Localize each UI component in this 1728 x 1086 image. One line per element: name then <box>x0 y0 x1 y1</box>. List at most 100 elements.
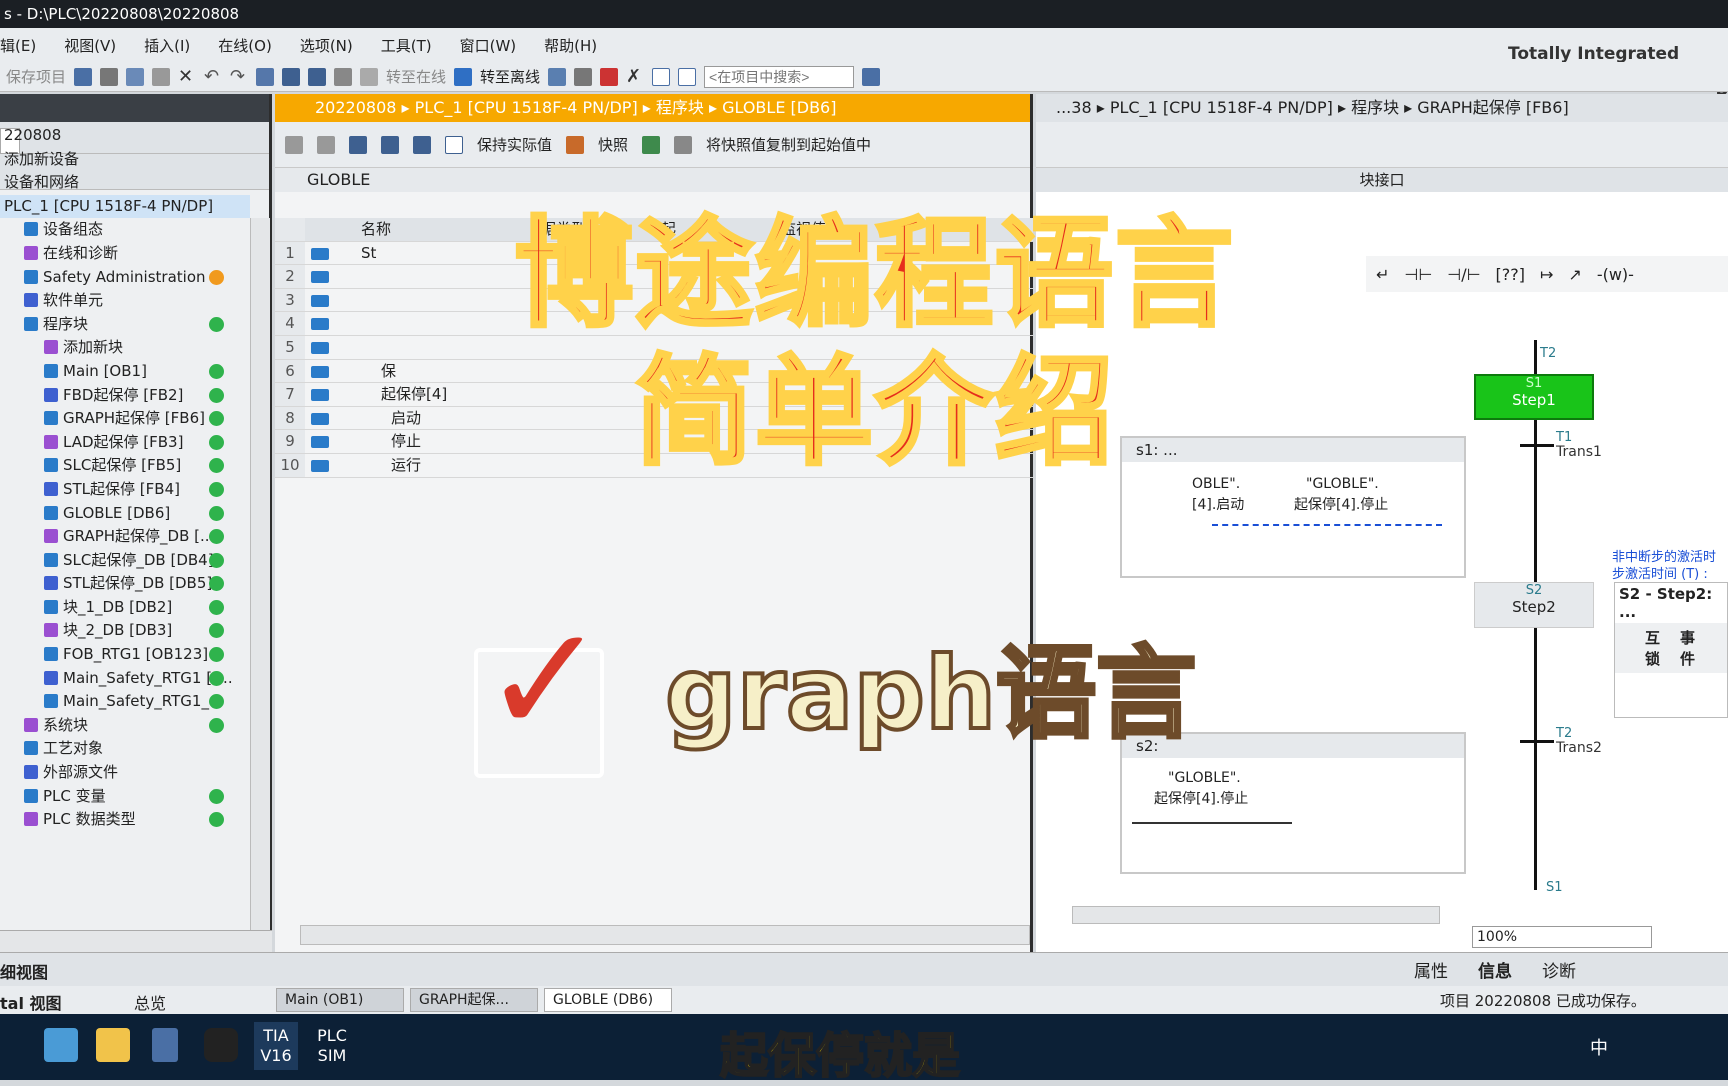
undo-icon[interactable]: ↶ <box>204 67 222 86</box>
copy-snapshot-button[interactable]: 将快照值复制到起始值中 <box>706 134 871 155</box>
no-contact-icon[interactable]: ⊣⊢ <box>1404 265 1432 284</box>
tab-info[interactable]: 信息 <box>1478 957 1512 982</box>
ime-indicator[interactable]: 中 <box>1590 1034 1608 1060</box>
tree-item[interactable]: GLOBLE [DB6] <box>0 502 250 526</box>
stop-cpu-icon[interactable] <box>600 67 619 86</box>
go-offline-button[interactable]: 转至离线 <box>480 66 540 87</box>
snapshot-apply-icon[interactable] <box>642 135 661 154</box>
tree-hscrollbar[interactable] <box>0 930 272 952</box>
nc-contact-icon[interactable]: ⊣/⊢ <box>1447 265 1480 284</box>
accessible-devices-icon[interactable] <box>548 67 567 86</box>
tree-item[interactable]: STL起保停_DB [DB5] <box>0 572 250 596</box>
tree-item[interactable]: FBD起保停 [FB2] <box>0 384 250 408</box>
box-icon[interactable]: [??] <box>1496 265 1525 284</box>
print-icon[interactable] <box>74 67 93 86</box>
overview-button[interactable]: 总览 <box>134 990 166 1014</box>
menu-item-6[interactable]: 窗口(W) <box>446 35 531 56</box>
tree-item[interactable]: Main [OB1] <box>0 360 250 384</box>
tree-item[interactable]: 块_1_DB [DB2] <box>0 596 250 620</box>
coil-icon[interactable]: -(w)- <box>1597 265 1634 284</box>
collapse-icon[interactable] <box>381 135 399 154</box>
open-editor-tab[interactable]: Main (OB1) <box>276 988 404 1012</box>
go-offline-icon[interactable] <box>454 67 473 86</box>
menu-item-3[interactable]: 在线(O) <box>204 35 286 56</box>
go-online-icon[interactable] <box>360 67 379 86</box>
tree-item[interactable]: FOB_RTG1 [OB123] <box>0 643 250 667</box>
zoom-select[interactable]: 100% <box>1472 926 1652 948</box>
open-editor-tab[interactable]: GRAPH起保... <box>410 988 538 1012</box>
simulation-icon[interactable] <box>334 67 353 86</box>
menu-item-2[interactable]: 插入(I) <box>130 35 204 56</box>
menu-item-1[interactable]: 视图(V) <box>50 35 130 56</box>
tree-item[interactable]: GRAPH起保停_DB [... <box>0 525 250 549</box>
calculator-icon[interactable] <box>152 1028 178 1062</box>
tree-item[interactable]: SLC起保停_DB [DB4] <box>0 549 250 573</box>
close-icon[interactable]: ✗ <box>626 67 644 86</box>
step-s2[interactable]: S2 Step2 <box>1474 582 1594 628</box>
portal-view-button[interactable]: tal 视图 <box>0 990 62 1014</box>
folder-icon[interactable] <box>96 1028 130 1062</box>
tia-portal-icon[interactable]: TIA V16 <box>254 1022 298 1070</box>
tree-item[interactable]: 外部源文件 <box>0 761 250 785</box>
tree-item[interactable]: 设备组态 <box>0 218 250 242</box>
tree-item[interactable]: 系统块 <box>0 714 250 738</box>
project-search-input[interactable] <box>704 65 855 88</box>
tree-item[interactable]: PLC 数据类型 <box>0 808 250 832</box>
tree-scrollbar[interactable] <box>250 218 270 930</box>
open-branch-icon[interactable]: ↦ <box>1540 265 1553 284</box>
tree-item[interactable]: 程序块 <box>0 313 250 337</box>
tree-item[interactable]: 设备和网络 <box>0 171 250 195</box>
compile-icon[interactable] <box>256 67 275 86</box>
tree-item[interactable]: 添加新块 <box>0 336 250 360</box>
paste-icon[interactable] <box>152 67 171 86</box>
step-s1[interactable]: S1 Step1 <box>1474 374 1594 420</box>
graph-hscrollbar[interactable] <box>1072 906 1440 924</box>
tree-item[interactable]: Main_Safety_RTG1_... <box>0 690 250 714</box>
save-project-button[interactable]: 保存项目 <box>6 66 66 87</box>
cross-reference-icon[interactable] <box>574 67 593 86</box>
menu-item-5[interactable]: 工具(T) <box>367 35 446 56</box>
tree-item[interactable]: Main_Safety_RTG1 [F... <box>0 667 250 691</box>
tree-item[interactable]: 添加新设备 <box>0 148 250 172</box>
tab-properties[interactable]: 属性 <box>1414 957 1448 982</box>
tab-diagnostics[interactable]: 诊断 <box>1542 957 1576 982</box>
tree-item[interactable]: GRAPH起保停 [FB6] <box>0 407 250 431</box>
db-icon[interactable] <box>566 135 585 154</box>
insert-row-icon[interactable] <box>285 135 303 154</box>
tree-item[interactable]: LAD起保停 [FB3] <box>0 431 250 455</box>
split-vertical-icon[interactable] <box>678 67 697 86</box>
tree-item[interactable]: 软件单元 <box>0 289 250 313</box>
keep-actual-values-button[interactable]: 保持实际值 <box>477 134 552 155</box>
list-icon[interactable] <box>413 135 431 154</box>
monitor-icon[interactable] <box>445 135 463 154</box>
capcut-icon[interactable] <box>204 1028 238 1062</box>
go-online-button[interactable]: 转至在线 <box>386 66 446 87</box>
db-editor-hscrollbar[interactable] <box>300 925 1030 945</box>
delete-icon[interactable]: ✕ <box>178 67 196 86</box>
tree-item[interactable]: 工艺对象 <box>0 737 250 761</box>
tree-item[interactable]: STL起保停 [FB4] <box>0 478 250 502</box>
upload-icon[interactable] <box>308 67 327 86</box>
snapshot-button[interactable]: 快照 <box>598 134 628 155</box>
expand-icon[interactable] <box>349 135 367 154</box>
search-go-icon[interactable] <box>862 67 881 86</box>
menu-item-4[interactable]: 选项(N) <box>286 35 367 56</box>
redo-icon[interactable]: ↷ <box>230 67 248 86</box>
tree-item[interactable]: 220808 <box>0 124 250 148</box>
copy-icon[interactable] <box>126 67 145 86</box>
add-row-icon[interactable] <box>317 135 335 154</box>
snapshot-load-icon[interactable] <box>674 135 693 154</box>
plcsim-icon[interactable]: PLC SIM <box>310 1022 354 1070</box>
tree-item[interactable]: PLC_1 [CPU 1518F-4 PN/DP] <box>0 194 250 219</box>
tree-item[interactable]: PLC 变量 <box>0 785 250 809</box>
tree-item[interactable]: Safety Administration <box>0 266 250 290</box>
tree-item[interactable]: 块_2_DB [DB3] <box>0 619 250 643</box>
split-horizontal-icon[interactable] <box>652 67 671 86</box>
menu-item-0[interactable]: 辑(E) <box>0 35 50 56</box>
tree-item[interactable]: 在线和诊断 <box>0 242 250 266</box>
computer-icon[interactable] <box>44 1028 78 1062</box>
close-branch-icon[interactable]: ↗ <box>1568 265 1581 284</box>
cut-icon[interactable] <box>100 67 119 86</box>
tree-item[interactable]: SLC起保停 [FB5] <box>0 454 250 478</box>
menu-item-7[interactable]: 帮助(H) <box>530 35 611 56</box>
